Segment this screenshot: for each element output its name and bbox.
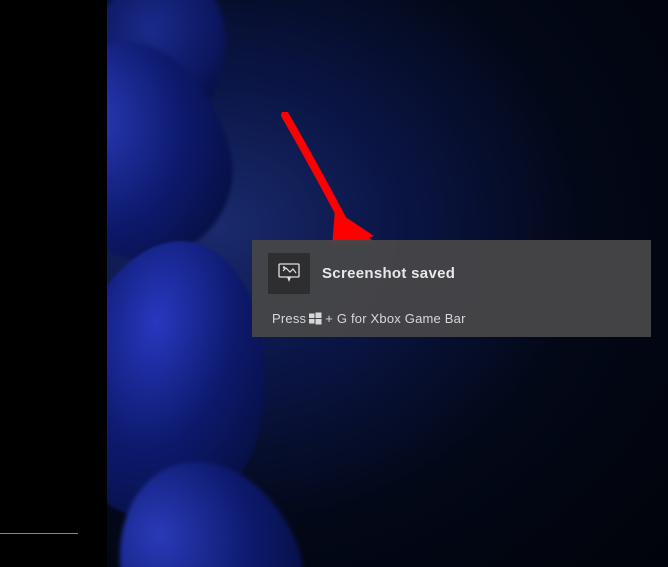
notification-title: Screenshot saved bbox=[322, 265, 455, 282]
windows-key-icon bbox=[309, 312, 322, 325]
hint-prefix: Press bbox=[272, 311, 306, 326]
screenshot-icon bbox=[278, 263, 300, 283]
hint-suffix: + G for Xbox Game Bar bbox=[325, 311, 465, 326]
notification-icon-container bbox=[268, 253, 310, 294]
screenshot-saved-notification[interactable]: Screenshot saved Press + G for Xbox Game… bbox=[252, 240, 651, 337]
left-black-panel bbox=[0, 0, 107, 567]
notification-header: Screenshot saved bbox=[252, 240, 651, 306]
panel-divider bbox=[0, 533, 78, 534]
notification-hint: Press + G for Xbox Game Bar bbox=[252, 306, 651, 337]
